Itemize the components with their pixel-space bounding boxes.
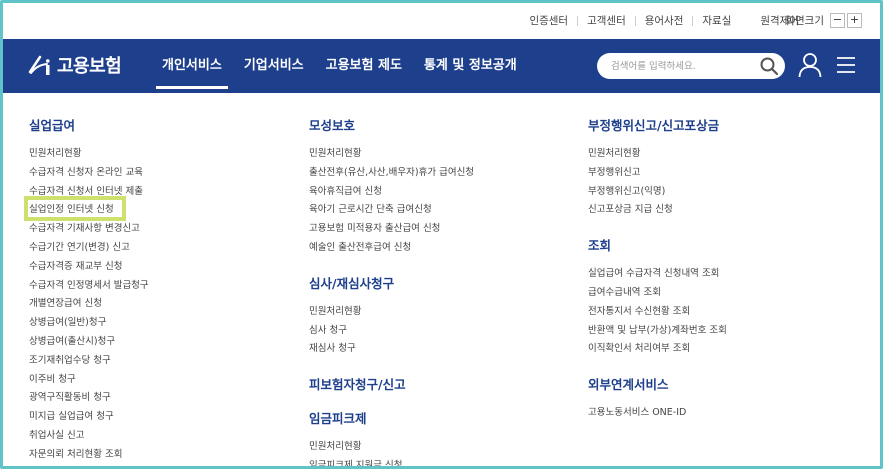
menu-item[interactable]: 조기재취업수당 청구: [29, 352, 149, 371]
menu-item[interactable]: 상병급여(출산시)청구: [29, 333, 149, 352]
menu-item[interactable]: 반환액 및 납부(가상)계좌번호 조회: [588, 322, 727, 341]
menu-item[interactable]: 예술인 출산전후급여 신청: [309, 239, 474, 258]
menu-list: 민원처리현황 임금피크제 지원금 신청: [309, 438, 474, 466]
menu-item[interactable]: 민원처리현황: [29, 145, 149, 164]
menu-item[interactable]: 고용보험 미적용자 출산급여 신청: [309, 220, 474, 239]
menu-section: 조회 실업급여 수급자격 신청내역 조회 급여수급내역 조회 전자통지서 수신현…: [588, 235, 727, 359]
zoom-label: 화면크기: [785, 15, 824, 27]
menu-list: 민원처리현황 출산전후(유산,사산,배우자)휴가 급여신청 육아휴직급여 신청 …: [309, 145, 474, 258]
menu-section: 임금피크제 민원처리현황 임금피크제 지원금 신청: [309, 408, 474, 466]
menu-item[interactable]: 수급자격 신청서 인터넷 제출: [29, 183, 149, 202]
menu-column-maternity: 모성보호 민원처리현황 출산전후(유산,사산,배우자)휴가 급여신청 육아휴직급…: [309, 115, 474, 466]
main-header: 고용보험 개인서비스 기업서비스 고용보험 제도 통계 및 정보공개: [3, 39, 880, 93]
menu-column-unemployment: 실업급여 민원처리현황 수급자격 신청자 온라인 교육 수급자격 신청서 인터넷…: [29, 115, 149, 466]
util-link-cert-center[interactable]: 인증센터: [520, 13, 577, 28]
menu-item[interactable]: 부정행위신고(익명): [588, 183, 727, 202]
menu-item[interactable]: 수급기간 연기(변경) 신고: [29, 239, 149, 258]
menu-item[interactable]: 부정행위신고: [588, 164, 727, 183]
logo-icon: [28, 55, 50, 75]
menu-section: 외부연계서비스 고용노동서비스 ONE-ID: [588, 374, 727, 423]
menu-list: 민원처리현황 심사 청구 재심사 청구: [309, 303, 474, 359]
section-title-insured-claim[interactable]: 피보험자청구/신고: [309, 374, 474, 393]
logo-text: 고용보험: [57, 56, 122, 77]
section-title-wage-peak[interactable]: 임금피크제: [309, 408, 474, 427]
search-icon[interactable]: [759, 56, 779, 76]
menu-item[interactable]: 급여수급내역 조회: [588, 284, 727, 303]
hamburger-menu-icon[interactable]: [836, 55, 856, 75]
menu-item[interactable]: 이직확인서 처리여부 조회: [588, 340, 727, 359]
menu-item[interactable]: 수급자격증 재교부 신청: [29, 258, 149, 277]
menu-item[interactable]: 이주비 청구: [29, 371, 149, 390]
util-link-library[interactable]: 자료실: [693, 13, 740, 28]
menu-item[interactable]: 임금피크제 지원금 신청: [309, 457, 474, 466]
menu-list: 실업급여 수급자격 신청내역 조회 급여수급내역 조회 전자통지서 수신현황 조…: [588, 265, 727, 359]
menu-item[interactable]: 개별연장급여 신청: [29, 295, 149, 314]
menu-item[interactable]: 신고포상금 지급 신청: [588, 201, 727, 220]
menu-list: 민원처리현황 수급자격 신청자 온라인 교육 수급자격 신청서 인터넷 제출 실…: [29, 145, 149, 465]
section-title-maternity[interactable]: 모성보호: [309, 115, 474, 134]
utility-bar: 인증센터 고객센터 용어사전 자료실 원격제어 화면크기 − +: [3, 3, 880, 39]
zoom-in-button[interactable]: +: [847, 13, 862, 28]
search-input[interactable]: [611, 58, 751, 74]
section-title-external[interactable]: 외부연계서비스: [588, 374, 727, 393]
menu-section: 심사/재심사청구 민원처리현황 심사 청구 재심사 청구: [309, 273, 474, 359]
menu-list: 민원처리현황 부정행위신고 부정행위신고(익명) 신고포상금 지급 신청: [588, 145, 727, 220]
menu-item[interactable]: 민원처리현황: [309, 303, 474, 322]
user-icon[interactable]: [798, 52, 822, 78]
utility-links: 인증센터 고객센터 용어사전 자료실 원격제어: [520, 13, 808, 28]
browser-frame: 인증센터 고객센터 용어사전 자료실 원격제어 화면크기 − + 고용보험 개인…: [0, 0, 883, 469]
menu-item[interactable]: 출산전후(유산,사산,배우자)휴가 급여신청: [309, 164, 474, 183]
menu-item[interactable]: 자문의뢰 처리현황 조회: [29, 446, 149, 465]
menu-item[interactable]: 육아기 근로시간 단축 급여신청: [309, 201, 474, 220]
section-title-unemployment[interactable]: 실업급여: [29, 115, 149, 134]
menu-item[interactable]: 육아휴직급여 신청: [309, 183, 474, 202]
site-logo[interactable]: 고용보험: [27, 52, 122, 78]
menu-item[interactable]: 수급자격 신청자 온라인 교육: [29, 164, 149, 183]
menu-item[interactable]: 취업사실 신고: [29, 427, 149, 446]
menu-item-unemployment-recognition[interactable]: 실업인정 인터넷 신청: [29, 201, 149, 220]
section-title-fraud-report[interactable]: 부정행위신고/신고포상금: [588, 115, 727, 134]
menu-item[interactable]: 심사 청구: [309, 322, 474, 341]
menu-item[interactable]: 재심사 청구: [309, 340, 474, 359]
nav-insurance-system[interactable]: 고용보험 제도: [315, 39, 413, 93]
menu-section: 모성보호 민원처리현황 출산전후(유산,사산,배우자)휴가 급여신청 육아휴직급…: [309, 115, 474, 258]
menu-section: 부정행위신고/신고포상금 민원처리현황 부정행위신고 부정행위신고(익명) 신고…: [588, 115, 727, 220]
menu-section: 실업급여 민원처리현황 수급자격 신청자 온라인 교육 수급자격 신청서 인터넷…: [29, 115, 149, 465]
menu-item[interactable]: 수급자격 기재사항 변경신고: [29, 220, 149, 239]
menu-section: 피보험자청구/신고: [309, 374, 474, 393]
section-title-review[interactable]: 심사/재심사청구: [309, 273, 474, 292]
menu-item[interactable]: 미지급 실업급여 청구: [29, 408, 149, 427]
menu-column-fraud: 부정행위신고/신고포상금 민원처리현황 부정행위신고 부정행위신고(익명) 신고…: [588, 115, 727, 438]
zoom-control: 화면크기 − +: [785, 13, 862, 28]
util-link-glossary[interactable]: 용어사전: [636, 13, 693, 28]
menu-item[interactable]: 광역구직활동비 청구: [29, 389, 149, 408]
menu-item[interactable]: 전자통지서 수신현황 조회: [588, 303, 727, 322]
nav-business-service[interactable]: 기업서비스: [233, 39, 315, 93]
menu-item[interactable]: 민원처리현황: [588, 145, 727, 164]
menu-list: 고용노동서비스 ONE-ID: [588, 404, 727, 423]
util-link-customer-center[interactable]: 고객센터: [578, 13, 635, 28]
menu-item[interactable]: 상병급여(일반)청구: [29, 314, 149, 333]
nav-personal-service[interactable]: 개인서비스: [151, 39, 233, 93]
search-box: [597, 53, 785, 79]
nav-statistics[interactable]: 통계 및 정보공개: [413, 39, 528, 93]
menu-item[interactable]: 실업급여 수급자격 신청내역 조회: [588, 265, 727, 284]
menu-item[interactable]: 민원처리현황: [309, 145, 474, 164]
menu-item[interactable]: 고용노동서비스 ONE-ID: [588, 404, 727, 423]
menu-item[interactable]: 민원처리현황: [309, 438, 474, 457]
main-nav: 개인서비스 기업서비스 고용보험 제도 통계 및 정보공개: [151, 39, 528, 93]
section-title-inquiry[interactable]: 조회: [588, 235, 727, 254]
menu-item[interactable]: 수급자격 인정명세서 발급청구: [29, 277, 149, 296]
zoom-out-button[interactable]: −: [830, 13, 845, 28]
